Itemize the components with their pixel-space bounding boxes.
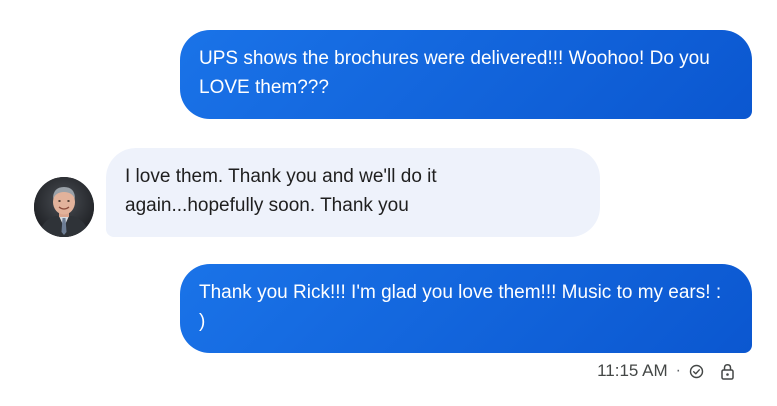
avatar[interactable] [34,177,94,237]
check-circle-icon [689,364,704,379]
outgoing-message[interactable]: Thank you Rick!!! I'm glad you love them… [180,264,752,353]
outgoing-message[interactable]: UPS shows the brochures were delivered!!… [180,30,752,119]
message-thread: UPS shows the brochures were delivered!!… [0,0,777,406]
separator: · [675,362,681,379]
timestamp: 11:15 AM [597,361,668,380]
lock-icon [720,363,735,380]
contact-photo [34,177,94,237]
incoming-message[interactable]: I love them. Thank you and we'll do it a… [106,148,600,237]
message-status: 11:15 AM · [597,359,735,383]
